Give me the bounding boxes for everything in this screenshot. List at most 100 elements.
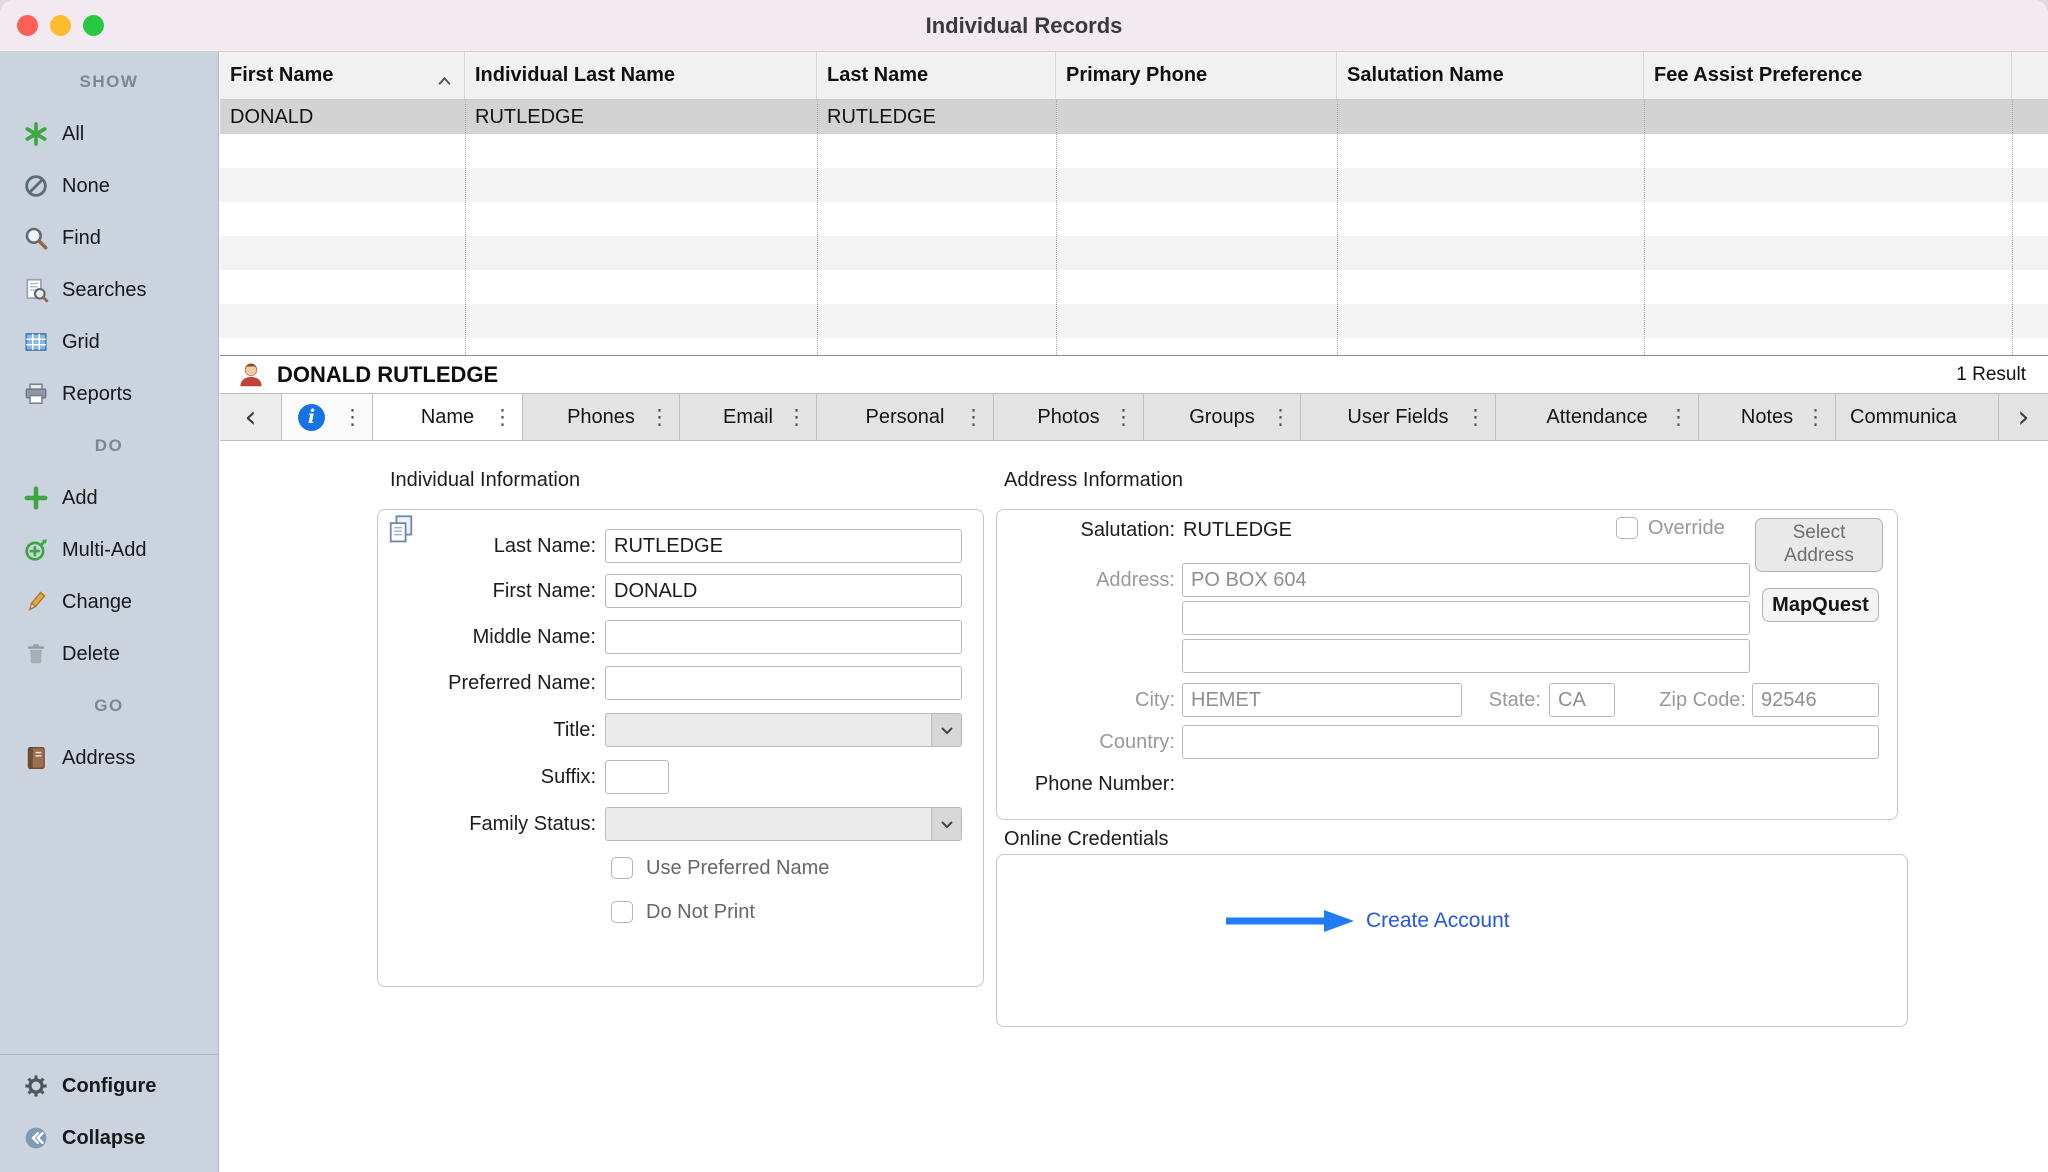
sidebar-item-grid[interactable]: Grid — [0, 316, 218, 368]
cell-fee-assist-preference — [1644, 100, 2012, 134]
tab-menu-icon[interactable]: ⋮ — [342, 405, 363, 429]
create-account-link[interactable]: Create Account — [1366, 907, 1510, 935]
zoom-window-button[interactable] — [83, 15, 104, 36]
sidebar-item-searches[interactable]: Searches — [0, 264, 218, 316]
chevron-down-icon[interactable] — [931, 808, 961, 840]
sidebar-item-configure[interactable]: Configure — [0, 1060, 218, 1112]
sidebar-item-all[interactable]: All — [0, 108, 218, 160]
use-preferred-name-checkbox[interactable] — [611, 857, 633, 879]
tab-label: Name — [421, 406, 474, 429]
multi-add-icon — [22, 537, 49, 564]
column-header-individual-last-name[interactable]: Individual Last Name — [465, 52, 817, 99]
column-header-label: First Name — [230, 64, 333, 87]
first-name-label: First Name: — [378, 574, 596, 608]
tab-menu-icon[interactable]: ⋮ — [963, 405, 984, 429]
sidebar-item-change[interactable]: Change — [0, 576, 218, 628]
first-name-input[interactable] — [605, 574, 962, 608]
tab-info[interactable]: i ⋮ — [282, 394, 373, 440]
sidebar-item-reports[interactable]: Reports — [0, 368, 218, 420]
tab-label: User Fields — [1347, 406, 1448, 429]
tab-personal[interactable]: Personal ⋮ — [817, 394, 994, 440]
tabs-scroll-left-button[interactable]: ‹ — [220, 394, 282, 440]
use-preferred-name-label: Use Preferred Name — [646, 856, 829, 880]
result-count: 1 Result — [1956, 364, 2026, 386]
column-header-salutation-name[interactable]: Salutation Name — [1337, 52, 1644, 99]
minimize-window-button[interactable] — [50, 15, 71, 36]
preferred-name-input[interactable] — [605, 666, 962, 700]
zip-code-input[interactable] — [1752, 683, 1879, 717]
sidebar-item-none[interactable]: None — [0, 160, 218, 212]
online-credentials-group: Create Account — [996, 854, 1908, 1027]
chevron-left-icon: ‹ — [245, 400, 257, 435]
tab-phones[interactable]: Phones ⋮ — [523, 394, 680, 440]
sidebar-item-address[interactable]: Address — [0, 732, 218, 784]
tab-menu-icon[interactable]: ⋮ — [1805, 405, 1826, 429]
tab-menu-icon[interactable]: ⋮ — [492, 405, 513, 429]
country-input[interactable] — [1182, 725, 1879, 759]
sidebar-item-find[interactable]: Find — [0, 212, 218, 264]
column-header-label: Primary Phone — [1066, 64, 1207, 87]
mapquest-button[interactable]: MapQuest — [1762, 588, 1879, 622]
tab-name[interactable]: Name ⋮ — [373, 394, 523, 440]
tab-menu-icon[interactable]: ⋮ — [1668, 405, 1689, 429]
cell-primary-phone — [1056, 100, 1337, 134]
sidebar-item-collapse[interactable]: Collapse — [0, 1112, 218, 1164]
tab-attendance[interactable]: Attendance ⋮ — [1496, 394, 1699, 440]
column-header-primary-phone[interactable]: Primary Phone — [1056, 52, 1337, 99]
tabs-scroll-right-button[interactable]: › — [1999, 394, 2048, 440]
state-input[interactable] — [1549, 683, 1615, 717]
person-icon — [236, 360, 266, 390]
suffix-input[interactable] — [605, 760, 669, 794]
tab-menu-icon[interactable]: ⋮ — [649, 405, 670, 429]
column-header-first-name[interactable]: First Name — [220, 52, 465, 99]
sidebar-item-label: None — [62, 175, 110, 198]
sidebar-footer: Configure Collapse — [0, 1054, 218, 1172]
override-checkbox[interactable] — [1616, 517, 1638, 539]
tab-groups[interactable]: Groups ⋮ — [1144, 394, 1301, 440]
middle-name-label: Middle Name: — [378, 620, 596, 654]
individual-records-window: Individual Records SHOW All None Find Se… — [0, 0, 2048, 1172]
tab-notes[interactable]: Notes ⋮ — [1699, 394, 1836, 440]
table-row-selected[interactable]: DONALD RUTLEDGE RUTLEDGE — [220, 100, 2048, 134]
last-name-input[interactable] — [605, 529, 962, 563]
address-information-group: Salutation: RUTLEDGE Override Select Add… — [996, 509, 1898, 820]
close-window-button[interactable] — [17, 15, 38, 36]
salutation-label: Salutation: — [997, 513, 1175, 547]
address-line2-input[interactable] — [1182, 601, 1750, 635]
select-address-button[interactable]: Select Address — [1755, 518, 1883, 572]
sidebar-list: SHOW All None Find Searches Grid — [0, 52, 218, 784]
info-icon[interactable]: i — [298, 404, 325, 431]
column-header-label: Fee Assist Preference — [1654, 64, 1862, 87]
sidebar-section-show: SHOW — [0, 56, 218, 108]
title-dropdown[interactable] — [605, 713, 962, 747]
sidebar-item-label: Find — [62, 227, 101, 250]
column-header-fee-assist-preference[interactable]: Fee Assist Preference — [1644, 52, 2012, 99]
tab-email[interactable]: Email ⋮ — [680, 394, 817, 440]
name-tab-content: Individual Information Last Name: First … — [220, 441, 2048, 1172]
family-status-dropdown[interactable] — [605, 807, 962, 841]
table-body: DONALD RUTLEDGE RUTLEDGE — [220, 100, 2048, 355]
sidebar: SHOW All None Find Searches Grid — [0, 52, 219, 1172]
tab-user-fields[interactable]: User Fields ⋮ — [1301, 394, 1496, 440]
do-not-print-checkbox[interactable] — [611, 901, 633, 923]
sidebar-item-delete[interactable]: Delete — [0, 628, 218, 680]
address-line1-input[interactable] — [1182, 563, 1750, 597]
main-area: First Name Individual Last Name Last Nam… — [220, 52, 2048, 1172]
tab-menu-icon[interactable]: ⋮ — [1270, 405, 1291, 429]
family-status-label: Family Status: — [378, 807, 596, 841]
column-header-last-name[interactable]: Last Name — [817, 52, 1056, 99]
tab-menu-icon[interactable]: ⋮ — [1465, 405, 1486, 429]
chevron-down-icon[interactable] — [931, 714, 961, 746]
sidebar-item-add[interactable]: Add — [0, 472, 218, 524]
middle-name-input[interactable] — [605, 620, 962, 654]
tab-menu-icon[interactable]: ⋮ — [1113, 405, 1134, 429]
gear-icon — [22, 1073, 49, 1100]
city-input[interactable] — [1182, 683, 1462, 717]
tab-menu-icon[interactable]: ⋮ — [786, 405, 807, 429]
asterisk-icon — [22, 121, 49, 148]
address-line3-input[interactable] — [1182, 639, 1750, 673]
tab-communications[interactable]: Communica — [1836, 394, 1999, 440]
tab-photos[interactable]: Photos ⋮ — [994, 394, 1144, 440]
city-label: City: — [997, 683, 1175, 717]
sidebar-item-multi-add[interactable]: Multi-Add — [0, 524, 218, 576]
